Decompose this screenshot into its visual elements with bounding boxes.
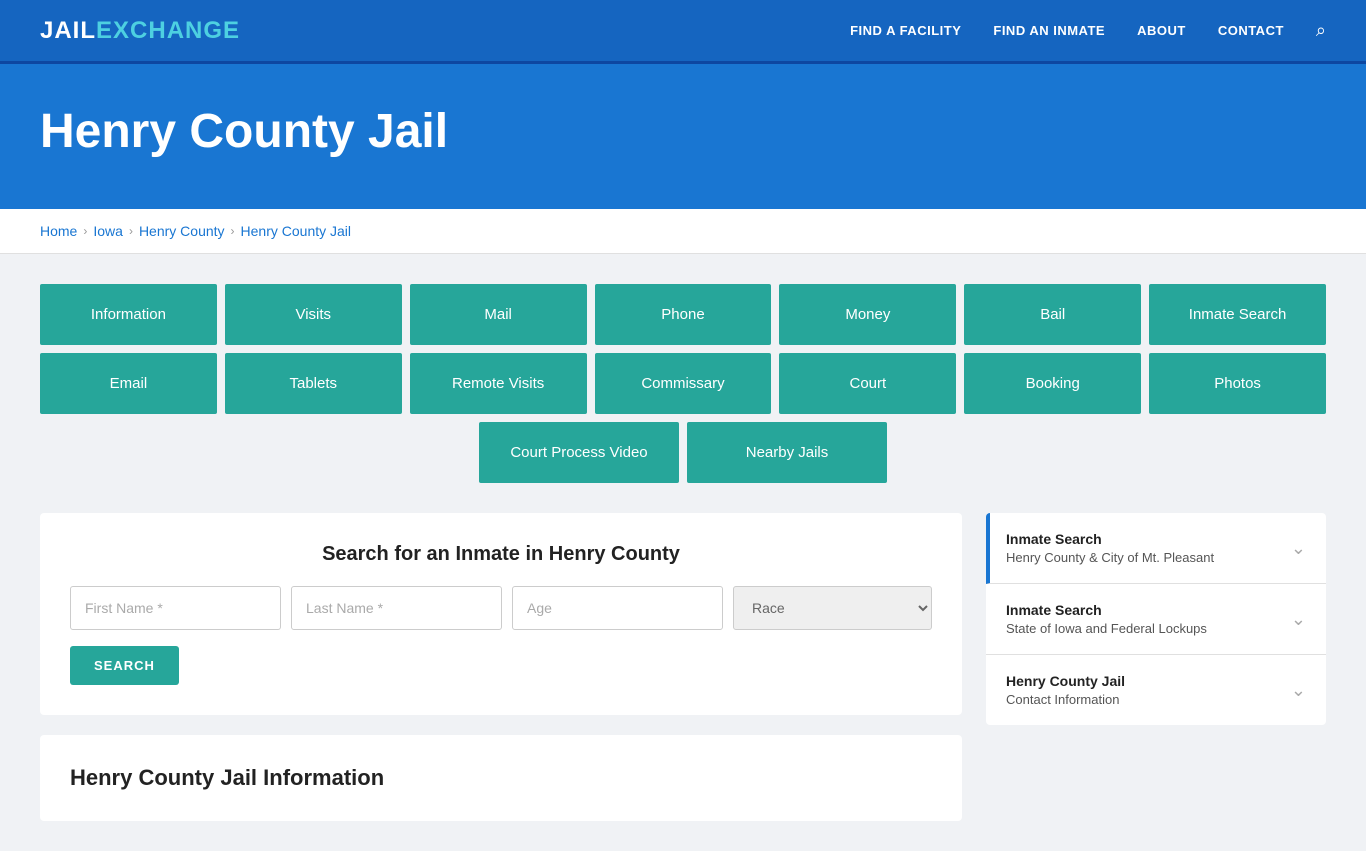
sidebar-card: Inmate Search Henry County & City of Mt.… bbox=[986, 513, 1326, 725]
breadcrumb-home[interactable]: Home bbox=[40, 223, 77, 239]
btn-photos[interactable]: Photos bbox=[1149, 353, 1326, 414]
search-title: Search for an Inmate in Henry County bbox=[70, 543, 932, 566]
breadcrumb-sep-3: › bbox=[231, 224, 235, 238]
sidebar-item-text-1: Inmate Search State of Iowa and Federal … bbox=[1006, 602, 1207, 636]
btn-court-process-video[interactable]: Court Process Video bbox=[479, 422, 679, 483]
chevron-down-icon-0: ⌄ bbox=[1291, 538, 1306, 559]
search-button[interactable]: SEARCH bbox=[70, 646, 179, 685]
navbar: JAIL EXCHANGE FIND A FACILITY FIND AN IN… bbox=[0, 0, 1366, 64]
breadcrumb-sep-2: › bbox=[129, 224, 133, 238]
btn-inmate-search[interactable]: Inmate Search bbox=[1149, 284, 1326, 345]
btn-commissary[interactable]: Commissary bbox=[595, 353, 772, 414]
btn-phone[interactable]: Phone bbox=[595, 284, 772, 345]
btn-bail[interactable]: Bail bbox=[964, 284, 1141, 345]
search-icon[interactable]: ⌕ bbox=[1316, 20, 1326, 41]
hero-section: Henry County Jail bbox=[0, 64, 1366, 209]
nav-find-inmate[interactable]: FIND AN INMATE bbox=[993, 23, 1105, 38]
sidebar-item-title-2: Henry County Jail bbox=[1006, 673, 1125, 689]
logo-jail: JAIL bbox=[40, 17, 96, 45]
breadcrumb-current: Henry County Jail bbox=[241, 223, 352, 239]
nav-about[interactable]: ABOUT bbox=[1137, 23, 1186, 38]
age-input[interactable] bbox=[512, 586, 723, 630]
btn-remote-visits[interactable]: Remote Visits bbox=[410, 353, 587, 414]
btn-information[interactable]: Information bbox=[40, 284, 217, 345]
btn-booking[interactable]: Booking bbox=[964, 353, 1141, 414]
page-title: Henry County Jail bbox=[40, 104, 1326, 159]
btn-email[interactable]: Email bbox=[40, 353, 217, 414]
main-content: Information Visits Mail Phone Money Bail… bbox=[0, 254, 1366, 851]
first-name-input[interactable] bbox=[70, 586, 281, 630]
logo[interactable]: JAIL EXCHANGE bbox=[40, 17, 240, 45]
btn-tablets[interactable]: Tablets bbox=[225, 353, 402, 414]
sidebar-item-subtitle-0: Henry County & City of Mt. Pleasant bbox=[1006, 550, 1214, 565]
search-fields: Race bbox=[70, 586, 932, 630]
nav-contact[interactable]: CONTACT bbox=[1218, 23, 1284, 38]
sidebar-item-title-0: Inmate Search bbox=[1006, 531, 1214, 547]
logo-exchange: EXCHANGE bbox=[96, 17, 240, 45]
btn-mail[interactable]: Mail bbox=[410, 284, 587, 345]
sidebar-item-text-0: Inmate Search Henry County & City of Mt.… bbox=[1006, 531, 1214, 565]
sidebar-item-1[interactable]: Inmate Search State of Iowa and Federal … bbox=[986, 584, 1326, 655]
nav-buttons-row2: Email Tablets Remote Visits Commissary C… bbox=[40, 353, 1326, 414]
sidebar-item-0[interactable]: Inmate Search Henry County & City of Mt.… bbox=[986, 513, 1326, 584]
btn-money[interactable]: Money bbox=[779, 284, 956, 345]
nav-buttons-row1: Information Visits Mail Phone Money Bail… bbox=[40, 284, 1326, 345]
navbar-links: FIND A FACILITY FIND AN INMATE ABOUT CON… bbox=[850, 20, 1326, 41]
chevron-down-icon-2: ⌄ bbox=[1291, 680, 1306, 701]
search-section: Search for an Inmate in Henry County Rac… bbox=[40, 513, 962, 715]
chevron-down-icon-1: ⌄ bbox=[1291, 609, 1306, 630]
breadcrumb: Home › Iowa › Henry County › Henry Count… bbox=[40, 223, 1326, 239]
nav-buttons-row3: Court Process Video Nearby Jails bbox=[40, 422, 1326, 483]
sidebar-item-title-1: Inmate Search bbox=[1006, 602, 1207, 618]
content-layout: Search for an Inmate in Henry County Rac… bbox=[40, 513, 1326, 821]
last-name-input[interactable] bbox=[291, 586, 502, 630]
breadcrumb-iowa[interactable]: Iowa bbox=[93, 223, 123, 239]
race-select[interactable]: Race bbox=[733, 586, 932, 630]
right-panel: Inmate Search Henry County & City of Mt.… bbox=[986, 513, 1326, 821]
info-section: Henry County Jail Information bbox=[40, 735, 962, 821]
sidebar-item-subtitle-2: Contact Information bbox=[1006, 692, 1125, 707]
btn-visits[interactable]: Visits bbox=[225, 284, 402, 345]
sidebar-item-subtitle-1: State of Iowa and Federal Lockups bbox=[1006, 621, 1207, 636]
btn-court[interactable]: Court bbox=[779, 353, 956, 414]
sidebar-item-text-2: Henry County Jail Contact Information bbox=[1006, 673, 1125, 707]
breadcrumb-henry-county[interactable]: Henry County bbox=[139, 223, 225, 239]
btn-nearby-jails[interactable]: Nearby Jails bbox=[687, 422, 887, 483]
info-title: Henry County Jail Information bbox=[70, 765, 932, 791]
nav-find-facility[interactable]: FIND A FACILITY bbox=[850, 23, 961, 38]
left-panel: Search for an Inmate in Henry County Rac… bbox=[40, 513, 962, 821]
breadcrumb-sep-1: › bbox=[83, 224, 87, 238]
sidebar-item-2[interactable]: Henry County Jail Contact Information ⌄ bbox=[986, 655, 1326, 725]
breadcrumb-bar: Home › Iowa › Henry County › Henry Count… bbox=[0, 209, 1366, 254]
